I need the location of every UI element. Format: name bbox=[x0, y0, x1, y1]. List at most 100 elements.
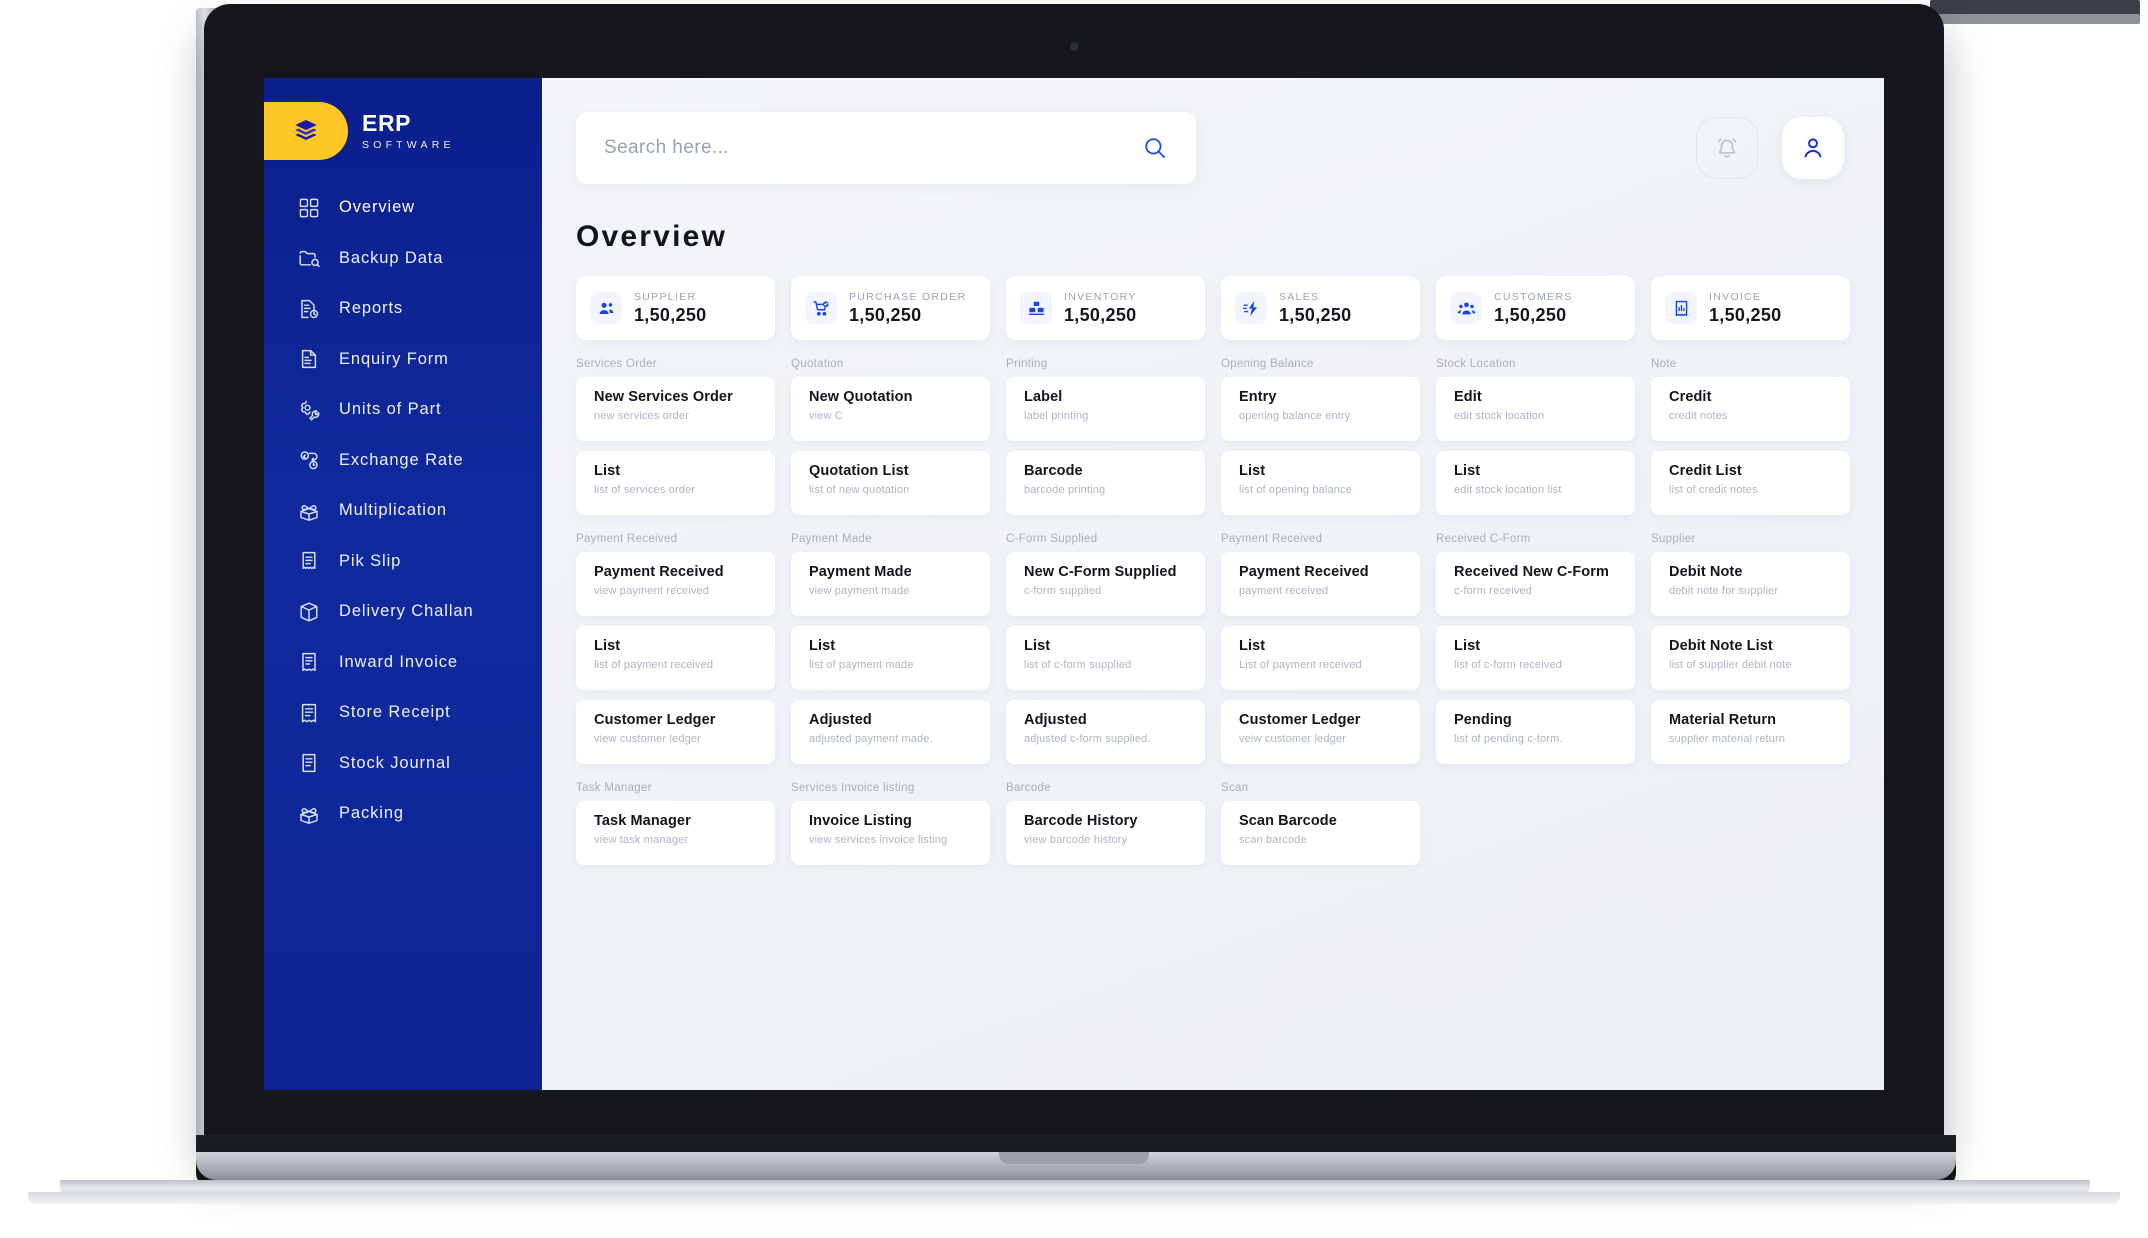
group-label: Payment Received bbox=[1221, 533, 1323, 545]
tile-col: Pending list of pending c-form. bbox=[1436, 700, 1635, 764]
sidebar-item-multiplication[interactable]: Multiplication bbox=[264, 489, 542, 532]
tile-card[interactable]: Adjusted adjusted c-form supplied. bbox=[1006, 700, 1205, 764]
stat-card-inventory[interactable]: INVENTORY 1,50,250 bbox=[1006, 276, 1205, 340]
sidebar-item-stock-journal[interactable]: Stock Journal bbox=[264, 742, 542, 785]
sidebar: ERP SOFTWARE Overview Backup Data Reports E… bbox=[264, 78, 542, 1090]
stat-label: SUPPLIER bbox=[634, 290, 697, 303]
user-avatar-icon bbox=[1804, 138, 1822, 158]
tile-subtitle: list of new quotation bbox=[809, 484, 910, 496]
group-label-col: Stock Location bbox=[1436, 358, 1635, 370]
stat-value: 1,50,250 bbox=[1064, 304, 1137, 325]
tile-col: List list of payment received bbox=[576, 626, 775, 690]
tile-subtitle: c-form received bbox=[1454, 585, 1533, 597]
group-label: Task Manager bbox=[576, 782, 652, 794]
tile-card[interactable]: Label label printing bbox=[1006, 377, 1205, 441]
sidebar-item-pik-slip[interactable]: Pik Slip bbox=[264, 540, 542, 583]
tile-card[interactable]: Task Manager view task manager bbox=[576, 801, 775, 865]
journal-icon bbox=[296, 750, 322, 776]
stat-card-invoice[interactable]: INVOICE 1,50,250 bbox=[1651, 276, 1850, 340]
sidebar-item-overview[interactable]: Overview bbox=[264, 186, 542, 229]
sidebar-item-inward-invoice[interactable]: Inward Invoice bbox=[264, 641, 542, 684]
sidebar-item-packing[interactable]: Packing bbox=[264, 792, 542, 835]
stat-value: 1,50,250 bbox=[1709, 304, 1782, 325]
tile-title: Credit bbox=[1669, 389, 1712, 405]
tile-card[interactable]: List list of payment received bbox=[576, 626, 775, 690]
tile-title: Label bbox=[1024, 389, 1063, 405]
group-label: C-Form Supplied bbox=[1006, 533, 1098, 545]
tile-card[interactable]: Entry opening balance entry bbox=[1221, 377, 1420, 441]
cart-check-icon bbox=[805, 292, 837, 324]
tile-card[interactable]: List list of services order bbox=[576, 451, 775, 515]
stat-card-supplier[interactable]: SUPPLIER 1,50,250 bbox=[576, 276, 775, 340]
tile-title: List bbox=[594, 638, 621, 654]
tile-col: Material Return supplier material return bbox=[1651, 700, 1850, 764]
tile-card[interactable]: Customer Ledger veiw customer ledger bbox=[1221, 700, 1420, 764]
sidebar-item-units-of-part[interactable]: Units of Part bbox=[264, 388, 542, 431]
tile-card[interactable]: Material Return supplier material return bbox=[1651, 700, 1850, 764]
tile-card[interactable]: List list of opening balance bbox=[1221, 451, 1420, 515]
group-label: Services Order bbox=[576, 358, 657, 370]
tile-card[interactable]: Edit edit stock location bbox=[1436, 377, 1635, 441]
tile-row: Payment Received view payment received Pay… bbox=[576, 552, 1850, 616]
group-label-col: Supplier bbox=[1651, 533, 1850, 545]
tile-card[interactable]: Scan Barcode scan barcode bbox=[1221, 801, 1420, 865]
tile-card[interactable]: Credit List list of credit notes bbox=[1651, 451, 1850, 515]
tile-card[interactable]: New Quotation view C bbox=[791, 377, 990, 441]
laptop-foot-shadow bbox=[28, 1192, 2120, 1204]
tile-card[interactable]: List list of c-form received bbox=[1436, 626, 1635, 690]
stat-value: 1,50,250 bbox=[1494, 304, 1567, 325]
user-profile-button[interactable] bbox=[1782, 117, 1844, 179]
tile-title: Payment Received bbox=[1239, 564, 1369, 580]
group-label-row: Services Order Quotation Printing Opening B… bbox=[576, 358, 1850, 370]
tile-card[interactable]: Barcode barcode printing bbox=[1006, 451, 1205, 515]
tile-card[interactable]: New C-Form Supplied c-form supplied bbox=[1006, 552, 1205, 616]
search-icon[interactable] bbox=[1142, 135, 1168, 161]
tile-card[interactable]: Debit Note debit note for supplier bbox=[1651, 552, 1850, 616]
sidebar-item-backup-data[interactable]: Backup Data bbox=[264, 237, 542, 280]
tile-card bbox=[1436, 801, 1635, 865]
sidebar-item-reports[interactable]: Reports bbox=[264, 287, 542, 330]
tile-card[interactable]: List list of c-form supplied bbox=[1006, 626, 1205, 690]
tile-card[interactable]: Payment Received view payment received bbox=[576, 552, 775, 616]
tile-subtitle: opening balance entry bbox=[1239, 410, 1351, 422]
tile-card[interactable]: List List of payment received bbox=[1221, 626, 1420, 690]
tile-card[interactable]: Payment Made view payment made bbox=[791, 552, 990, 616]
tile-card[interactable]: Debit Note List list of supplier debit no… bbox=[1651, 626, 1850, 690]
stat-card-purchase-order[interactable]: PURCHASE ORDER 1,50,250 bbox=[791, 276, 990, 340]
bell-icon bbox=[1717, 138, 1737, 158]
tile-card[interactable]: Quotation List list of new quotation bbox=[791, 451, 990, 515]
sidebar-item-enquiry-form[interactable]: Enquiry Form bbox=[264, 338, 542, 381]
tile-card[interactable]: List list of payment made bbox=[791, 626, 990, 690]
brand-subtitle: SOFTWARE bbox=[362, 138, 455, 151]
sidebar-item-label: Backup Data bbox=[339, 248, 444, 267]
tile-card[interactable]: Customer Ledger view customer ledger bbox=[576, 700, 775, 764]
tile-card[interactable]: Adjusted adjusted payment made. bbox=[791, 700, 990, 764]
sidebar-item-label: Multiplication bbox=[339, 501, 447, 519]
group-label-col: Payment Received bbox=[1221, 533, 1420, 545]
tile-card[interactable]: Payment Received payment received bbox=[1221, 552, 1420, 616]
sidebar-item-label: Stock Journal bbox=[339, 753, 451, 772]
search-input[interactable] bbox=[604, 137, 1142, 159]
tile-card[interactable]: Invoice Listing view services invoice lis… bbox=[791, 801, 990, 865]
sidebar-item-store-receipt[interactable]: Store Receipt bbox=[264, 691, 542, 734]
tile-card[interactable]: New Services Order new services order bbox=[576, 377, 775, 441]
stat-card-customers[interactable]: CUSTOMERS 1,50,250 bbox=[1436, 276, 1635, 340]
tile-title: Quotation List bbox=[809, 463, 909, 479]
search-bar[interactable] bbox=[576, 112, 1196, 184]
tile-card[interactable]: Credit credit notes bbox=[1651, 377, 1850, 441]
group-label: Supplier bbox=[1651, 533, 1696, 545]
sidebar-item-exchange-rate[interactable]: Exchange Rate bbox=[264, 439, 542, 482]
tile-card[interactable]: List edit stock location list bbox=[1436, 451, 1635, 515]
group-label: Stock Location bbox=[1436, 358, 1516, 370]
sidebar-item-delivery-challan[interactable]: Delivery Challan bbox=[264, 590, 542, 633]
tile-card[interactable]: Barcode History view barcode history bbox=[1006, 801, 1205, 865]
notifications-button[interactable] bbox=[1696, 117, 1758, 179]
sidebar-item-label: Packing bbox=[339, 804, 405, 822]
tile-row: Customer Ledger view customer ledger Adjus… bbox=[576, 700, 1850, 764]
tile-col bbox=[1436, 801, 1635, 865]
brand-logo[interactable]: ERP SOFTWARE bbox=[264, 102, 542, 160]
tile-card[interactable]: Pending list of pending c-form. bbox=[1436, 700, 1635, 764]
stat-card-sales[interactable]: SALES 1,50,250 bbox=[1221, 276, 1420, 340]
tile-card[interactable]: Received New C-Form c-form received bbox=[1436, 552, 1635, 616]
tile-card bbox=[1651, 801, 1850, 865]
